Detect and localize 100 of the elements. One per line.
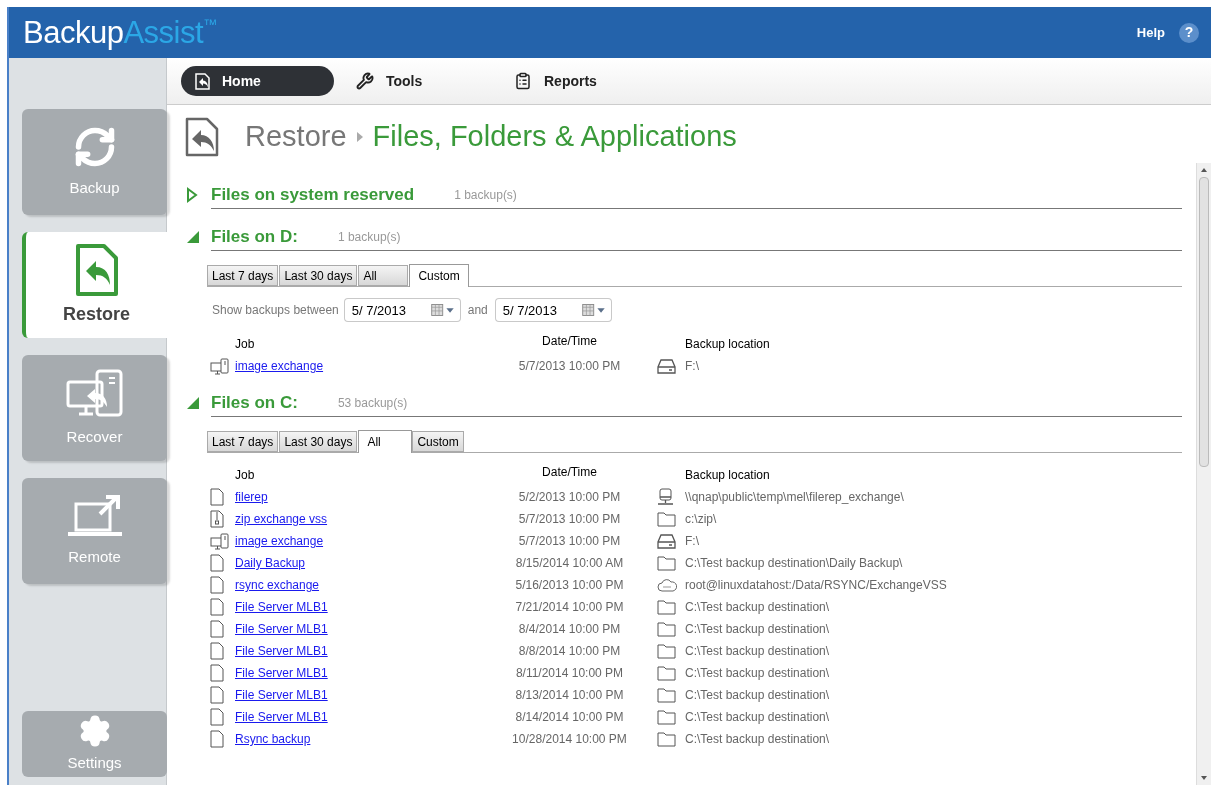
backup-date: 5/7/2013 10:00 PM: [518, 533, 621, 550]
scroll-thumb[interactable]: [1199, 177, 1209, 467]
section-title: Files on system reserved: [211, 183, 415, 206]
section-title: Files on D:: [211, 225, 298, 248]
folder-icon: [657, 511, 676, 527]
backup-location: C:\Test backup destination\: [685, 709, 830, 726]
scrollbar[interactable]: [1196, 163, 1211, 785]
column-header: Backup location: [685, 467, 770, 484]
backup-date: 8/4/2014 10:00 PM: [518, 621, 621, 638]
job-link[interactable]: filerep: [235, 488, 268, 506]
backup-location: C:\Test backup destination\: [685, 665, 830, 682]
job-link[interactable]: zip exchange vss: [235, 510, 328, 528]
column-header: Job: [235, 467, 255, 484]
job-link[interactable]: Rsync backup: [235, 730, 311, 748]
toolbar-tab[interactable]: Home: [181, 66, 334, 96]
network-drive-icon: [657, 488, 674, 506]
backup-date: 7/21/2014 10:00 PM: [515, 599, 624, 616]
breadcrumb-arrow-icon: [354, 130, 365, 144]
file-icon: [210, 664, 224, 682]
document-arrow-icon: [73, 242, 120, 297]
job-link[interactable]: File Server MLB1: [235, 642, 328, 660]
laptop-arrow-icon: [65, 493, 124, 538]
job-link[interactable]: File Server MLB1: [235, 620, 328, 638]
backup-location: \\qnap\public\temp\mel\filerep_exchange\: [685, 489, 904, 506]
backup-date: 8/15/2014 10:00 AM: [515, 555, 624, 572]
expanded-triangle-icon[interactable]: [186, 230, 200, 244]
file-icon: [210, 488, 224, 506]
file-icon: [210, 708, 224, 726]
file-icon: [210, 554, 224, 572]
filter-tab[interactable]: Last 30 days: [279, 265, 358, 286]
column-header: Date/Time: [542, 464, 597, 481]
backup-date: 10/28/2014 10:00 PM: [512, 731, 627, 748]
job-link[interactable]: File Server MLB1: [235, 598, 328, 616]
job-link[interactable]: File Server MLB1: [235, 708, 328, 726]
backup-count: 53 backup(s): [337, 394, 408, 412]
backup-location: c:\zip\: [685, 511, 717, 528]
backup-location: F:\: [685, 533, 699, 550]
filter-tab[interactable]: Last 7 days: [207, 265, 279, 286]
backup-date: 5/16/2013 10:00 PM: [515, 577, 624, 594]
column-header: Date/Time: [542, 333, 597, 350]
zip-file-icon: [210, 510, 224, 528]
backup-date: 8/13/2014 10:00 PM: [515, 687, 624, 704]
folder-icon: [657, 643, 676, 659]
toolbar-tab[interactable]: Tools: [352, 66, 492, 96]
file-icon: [210, 730, 224, 748]
filter-tab[interactable]: Last 7 days: [207, 431, 279, 452]
backup-date: 8/14/2014 10:00 PM: [515, 709, 624, 726]
backup-location: root@linuxdatahost:/Data/RSYNC/ExchangeVSS: [685, 577, 947, 594]
clipboard-icon: [514, 72, 532, 90]
sidebar-item[interactable]: Restore: [22, 232, 167, 338]
backup-location: C:\Test backup destination\: [685, 687, 830, 704]
job-link[interactable]: image exchange: [235, 532, 324, 550]
app-logo: BackupAssist™: [23, 17, 217, 48]
filter-tab[interactable]: All: [358, 265, 409, 286]
folder-icon: [657, 709, 676, 725]
backup-location: F:\: [685, 358, 699, 375]
filter-tab[interactable]: Last 30 days: [279, 431, 358, 452]
folder-icon: [657, 599, 676, 615]
drive-icon: [657, 533, 676, 549]
breadcrumb-parent[interactable]: Restore: [245, 115, 347, 159]
backup-date: 5/7/2013 10:00 PM: [518, 358, 621, 375]
computer-icon: [210, 532, 230, 550]
column-header: Backup location: [685, 336, 770, 353]
filter-label: Show backups between: [212, 302, 339, 319]
wrench-icon: [356, 72, 374, 90]
file-icon: [210, 686, 224, 704]
folder-icon: [657, 555, 676, 571]
help-link[interactable]: Help: [1136, 22, 1165, 43]
backup-date: 5/7/2013 10:00 PM: [518, 511, 621, 528]
job-link[interactable]: image exchange: [235, 357, 324, 375]
section-title: Files on C:: [211, 391, 298, 414]
toolbar-tab[interactable]: Reports: [510, 66, 650, 96]
filter-joiner: and: [466, 302, 489, 319]
collapsed-triangle-icon[interactable]: [186, 187, 198, 203]
job-link[interactable]: File Server MLB1: [235, 686, 328, 704]
document-arrow-icon: [185, 117, 219, 157]
folder-icon: [657, 665, 676, 681]
backup-date: 5/2/2013 10:00 PM: [518, 489, 621, 506]
job-link[interactable]: Daily Backup: [235, 554, 306, 572]
expanded-triangle-icon[interactable]: [186, 396, 200, 410]
file-icon: [210, 576, 224, 594]
column-header: Job: [235, 336, 255, 353]
filter-tab[interactable]: Custom: [412, 431, 464, 452]
page-title: Files, Folders & Applications: [372, 119, 737, 155]
computer-arrow-icon: [64, 367, 125, 418]
backup-location: C:\Test backup destination\: [685, 599, 830, 616]
backup-location: C:\Test backup destination\: [685, 643, 830, 660]
document-arrow-icon: [195, 72, 210, 90]
backup-location: C:\Test backup destination\Daily Backup\: [685, 555, 903, 572]
job-link[interactable]: rsync exchange: [235, 576, 320, 594]
backup-count: 1 backup(s): [337, 228, 401, 246]
file-icon: [210, 598, 224, 616]
filter-tab[interactable]: All: [358, 430, 413, 453]
job-link[interactable]: File Server MLB1: [235, 664, 328, 682]
file-icon: [210, 620, 224, 638]
backup-date: 8/8/2014 10:00 PM: [518, 643, 621, 660]
file-icon: [210, 642, 224, 660]
cloud-icon: [657, 578, 677, 592]
backup-location: C:\Test backup destination\: [685, 621, 830, 638]
filter-tab[interactable]: Custom: [409, 264, 469, 287]
